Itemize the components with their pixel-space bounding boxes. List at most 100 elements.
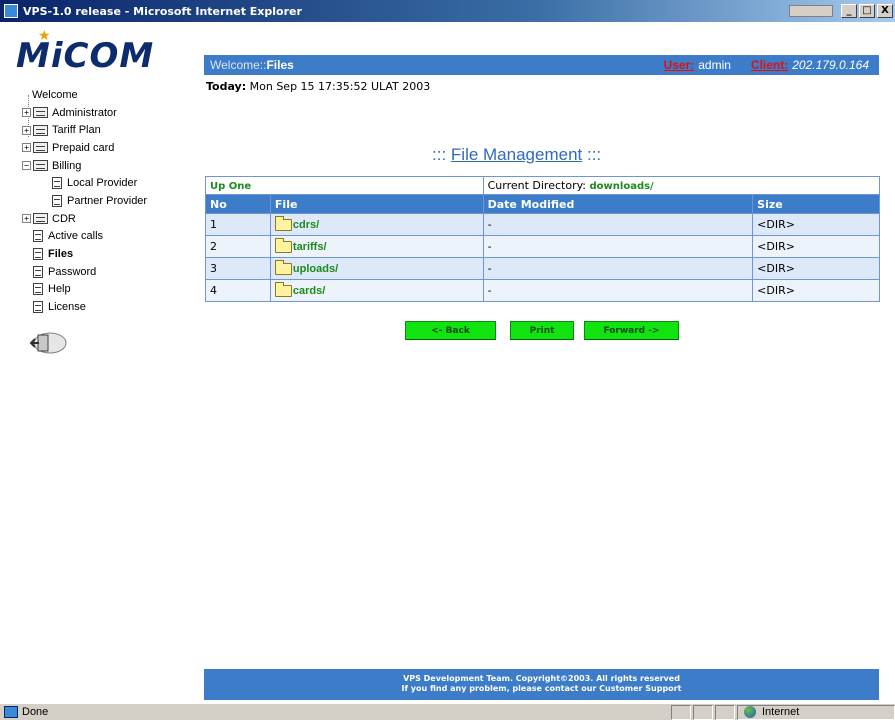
table-row[interactable]: 4 cards/ - <DIR> xyxy=(205,279,880,302)
sidebar-item-tariff-plan[interactable]: + Tariff Plan xyxy=(22,121,202,139)
expand-plus-icon[interactable]: + xyxy=(22,108,31,118)
page-header-bar: Welcome:: Files User: admin Client: 202.1… xyxy=(204,55,879,75)
toolbar-indicator-icon xyxy=(789,5,833,17)
row-file-cell: cards/ xyxy=(269,279,484,302)
window-title-bar[interactable]: VPS-1.0 release - Microsoft Internet Exp… xyxy=(0,0,895,22)
sidebar-item-local-provider[interactable]: Local Provider xyxy=(22,174,202,192)
browser-status-bar: Done Internet xyxy=(0,703,895,720)
status-text: Done xyxy=(22,706,49,718)
window-title: VPS-1.0 release - Microsoft Internet Exp… xyxy=(23,4,302,18)
directory-info-row: Up One Current Directory: downloads/ xyxy=(205,176,881,195)
sidebar-item-label: Billing xyxy=(52,159,82,172)
status-pane xyxy=(671,704,691,720)
row-no: 3 xyxy=(205,257,271,280)
client-label[interactable]: Client: xyxy=(751,58,788,72)
sidebar-item-label: CDR xyxy=(52,212,76,225)
row-date: - xyxy=(482,257,754,280)
sidebar-item-label: Welcome xyxy=(32,88,78,101)
sidebar-nav-tree: Welcome + Administrator + Tariff Plan + … xyxy=(22,86,202,316)
document-icon xyxy=(52,177,62,190)
forward-button[interactable]: Forward -> xyxy=(584,321,679,340)
row-size: <DIR> xyxy=(752,235,880,258)
table-header-row: No File Date Modified Size xyxy=(205,194,880,214)
document-icon xyxy=(33,230,43,243)
file-management-link[interactable]: File Management xyxy=(451,145,582,164)
sidebar-item-billing[interactable]: − Billing xyxy=(22,157,202,175)
column-header-size[interactable]: Size xyxy=(752,194,880,214)
table-row[interactable]: 2 tariffs/ - <DIR> xyxy=(205,235,880,258)
globe-icon xyxy=(744,706,756,718)
logo-star-icon: ★ xyxy=(38,28,51,44)
row-no: 1 xyxy=(205,213,271,236)
up-one-link[interactable]: Up One xyxy=(210,181,251,192)
sidebar-item-label: Password xyxy=(48,265,97,278)
expand-plus-icon[interactable]: + xyxy=(22,125,31,135)
sidebar-item-label: Administrator xyxy=(52,106,117,119)
page-status-icon xyxy=(4,706,18,718)
folder-icon xyxy=(33,107,48,119)
ie-app-icon xyxy=(4,4,18,18)
sidebar-item-files[interactable]: Files xyxy=(22,245,202,263)
document-icon xyxy=(33,248,43,261)
current-directory-cell: Current Directory: downloads/ xyxy=(482,176,881,195)
sidebar-item-label: Active calls xyxy=(48,230,104,243)
folder-icon xyxy=(274,281,292,297)
collapse-minus-icon[interactable]: − xyxy=(22,161,31,171)
folder-open-icon xyxy=(33,160,48,172)
row-file-cell: cdrs/ xyxy=(269,213,484,236)
heading-prefix: ::: xyxy=(432,145,447,164)
sidebar-item-label: Files xyxy=(48,248,74,261)
sidebar-item-help[interactable]: Help xyxy=(22,281,202,299)
file-link[interactable]: uploads/ xyxy=(293,263,338,275)
today-value: Mon Sep 15 17:35:52 ULAT 2003 xyxy=(249,80,431,93)
page-footer: VPS Development Team. Copyright©2003. Al… xyxy=(204,669,879,700)
folder-icon xyxy=(33,213,48,225)
expand-plus-icon[interactable]: + xyxy=(22,214,31,224)
folder-icon xyxy=(274,259,292,275)
security-zone[interactable]: Internet xyxy=(737,704,895,720)
sidebar-item-prepaid-card[interactable]: + Prepaid card xyxy=(22,139,202,157)
column-header-file[interactable]: File xyxy=(269,194,484,214)
document-icon xyxy=(33,283,43,296)
sidebar-item-label: Tariff Plan xyxy=(52,124,101,137)
sidebar-item-label: License xyxy=(48,301,86,314)
sidebar-item-administrator[interactable]: + Administrator xyxy=(22,104,202,122)
row-no: 4 xyxy=(205,279,271,302)
sidebar-item-cdr[interactable]: + CDR xyxy=(22,210,202,228)
document-icon xyxy=(33,301,43,314)
sidebar-item-welcome[interactable]: Welcome xyxy=(22,86,202,104)
sidebar-item-partner-provider[interactable]: Partner Provider xyxy=(22,192,202,210)
maximize-button[interactable]: □ xyxy=(859,4,875,18)
file-link[interactable]: cards/ xyxy=(293,285,325,297)
current-directory-label: Current Directory: xyxy=(487,179,587,192)
sidebar-item-license[interactable]: License xyxy=(22,298,202,316)
folder-icon xyxy=(274,237,292,253)
welcome-label: Welcome:: xyxy=(210,58,267,72)
micom-logo: MiCOM xyxy=(16,36,155,76)
column-header-date-modified[interactable]: Date Modified xyxy=(482,194,754,214)
table-row[interactable]: 1 cdrs/ - <DIR> xyxy=(205,213,880,236)
print-button[interactable]: Print xyxy=(510,321,574,340)
user-label[interactable]: User: xyxy=(664,58,695,72)
zone-label: Internet xyxy=(762,706,800,718)
back-button[interactable]: <- Back xyxy=(405,321,496,340)
file-link[interactable]: tariffs/ xyxy=(293,241,327,253)
folder-icon xyxy=(33,124,48,136)
sidebar-item-active-calls[interactable]: Active calls xyxy=(22,228,202,246)
today-label: Today: xyxy=(206,80,247,93)
close-button[interactable]: X xyxy=(877,4,893,18)
row-file-cell: uploads/ xyxy=(269,257,484,280)
status-pane xyxy=(693,704,713,720)
file-link[interactable]: cdrs/ xyxy=(293,219,319,231)
user-value: admin xyxy=(698,58,731,72)
expand-plus-icon[interactable]: + xyxy=(22,143,31,153)
minimize-button[interactable]: _ xyxy=(841,4,857,18)
table-row[interactable]: 3 uploads/ - <DIR> xyxy=(205,257,880,280)
up-one-cell: Up One xyxy=(205,176,484,195)
column-header-no[interactable]: No xyxy=(205,194,271,214)
footer-support[interactable]: If you find any problem, please contact … xyxy=(204,684,879,694)
row-date: - xyxy=(482,213,754,236)
document-icon xyxy=(33,265,43,278)
sidebar-item-password[interactable]: Password xyxy=(22,263,202,281)
row-size: <DIR> xyxy=(752,257,880,280)
